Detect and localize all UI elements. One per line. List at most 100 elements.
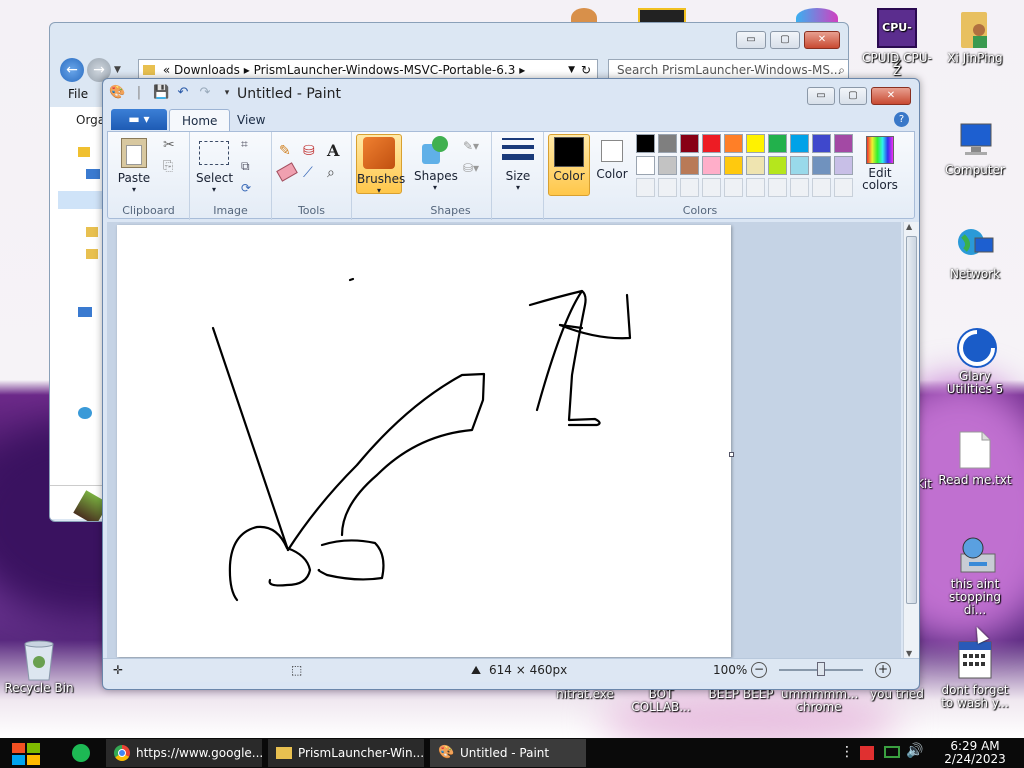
custom-color-slot[interactable] bbox=[636, 178, 655, 197]
maximize-button[interactable]: ▢ bbox=[839, 87, 867, 105]
color-swatch[interactable] bbox=[790, 156, 809, 175]
tab-view[interactable]: View bbox=[225, 109, 277, 131]
navigation-pane[interactable]: Orga bbox=[50, 107, 109, 521]
zoom-in-button[interactable]: + bbox=[875, 662, 891, 678]
text-tool-icon[interactable]: A bbox=[326, 140, 346, 160]
network-tray-icon[interactable] bbox=[884, 746, 900, 758]
taskbar-explorer[interactable]: PrismLauncher-Win... bbox=[268, 739, 424, 767]
vertical-scrollbar[interactable]: ▲ ▼ bbox=[903, 222, 919, 658]
eraser-icon[interactable] bbox=[276, 162, 298, 182]
desktop-icon-network[interactable]: Network bbox=[937, 224, 1013, 281]
downloads-folder-item[interactable] bbox=[58, 191, 106, 209]
back-arrow-icon[interactable]: ← bbox=[60, 58, 84, 82]
desktop-icon-cpuz[interactable]: CPU-Z CPUID CPU-Z bbox=[859, 8, 935, 78]
canvas-workspace[interactable] bbox=[107, 222, 901, 658]
custom-color-slot[interactable] bbox=[702, 178, 721, 197]
breadcrumb-overflow[interactable]: « bbox=[163, 63, 170, 77]
outline-icon[interactable]: ✎▾ bbox=[462, 138, 482, 158]
desktop-icon-chrome-shortcut[interactable]: ummmmm... chrome bbox=[781, 688, 859, 714]
overflow-menu-icon[interactable]: ⋮ bbox=[840, 744, 854, 760]
color-swatch[interactable] bbox=[658, 134, 677, 153]
custom-color-slot[interactable] bbox=[790, 178, 809, 197]
magnifier-icon[interactable]: ⌕ bbox=[326, 164, 346, 184]
custom-color-slot[interactable] bbox=[834, 178, 853, 197]
resize-handle[interactable] bbox=[729, 452, 734, 457]
search-icon[interactable]: ⌕ bbox=[838, 60, 845, 80]
spotify-icon[interactable] bbox=[72, 744, 90, 762]
custom-color-slot[interactable] bbox=[680, 178, 699, 197]
fill-icon[interactable]: ⛁▾ bbox=[462, 160, 482, 180]
taskbar-paint[interactable]: 🎨 Untitled - Paint bbox=[430, 739, 586, 767]
cut-icon[interactable]: ✂ bbox=[162, 136, 182, 156]
color-swatch[interactable] bbox=[680, 134, 699, 153]
color-swatch[interactable] bbox=[636, 156, 655, 175]
color-swatch[interactable] bbox=[834, 156, 853, 175]
zoom-slider-thumb[interactable] bbox=[817, 662, 825, 676]
explorer-maximize-button[interactable]: ▢ bbox=[770, 31, 800, 49]
color-swatch[interactable] bbox=[790, 134, 809, 153]
customize-qat-icon[interactable]: ▾ bbox=[219, 85, 235, 101]
scroll-up-icon[interactable]: ▲ bbox=[906, 222, 912, 231]
crop-icon[interactable]: ⌗ bbox=[240, 136, 260, 156]
start-button[interactable] bbox=[10, 742, 42, 766]
edit-colors-button[interactable]: Edit colors bbox=[860, 136, 900, 191]
color-picker-icon[interactable]: ⟋ bbox=[302, 164, 322, 184]
color-swatch[interactable] bbox=[702, 156, 721, 175]
desktop-icon-recycle-bin[interactable]: Recycle Bin bbox=[1, 638, 77, 695]
breadcrumb-prismlauncher[interactable]: PrismLauncher-Windows-MSVC-Portable-6.3 bbox=[254, 63, 516, 77]
custom-color-slot[interactable] bbox=[658, 178, 677, 197]
explorer-minimize-button[interactable]: ▭ bbox=[736, 31, 766, 49]
minimize-button[interactable]: ▭ bbox=[807, 87, 835, 105]
resize-icon[interactable]: ⧉ bbox=[240, 158, 260, 178]
scroll-thumb[interactable] bbox=[906, 236, 917, 604]
color2-button[interactable]: Color 2 bbox=[592, 136, 632, 196]
color-swatch[interactable] bbox=[746, 134, 765, 153]
paint-titlebar[interactable]: 🎨 | 💾 ↶ ↷ ▾ Untitled - Paint ▭ ▢ ✕ bbox=[103, 79, 919, 109]
color-swatch[interactable] bbox=[768, 134, 787, 153]
zoom-out-button[interactable]: − bbox=[751, 662, 767, 678]
desktop-icon-bot-collab[interactable]: BOT COLLAB... bbox=[623, 688, 699, 714]
pencil-icon[interactable]: ✎ bbox=[278, 142, 298, 162]
close-button[interactable]: ✕ bbox=[871, 87, 911, 105]
color-swatch[interactable] bbox=[746, 156, 765, 175]
desktop-icon-this-aint[interactable]: this aint stopping di... bbox=[937, 534, 1013, 617]
explorer-close-button[interactable]: ✕ bbox=[804, 31, 840, 49]
desktop-icon-glary[interactable]: Glary Utilities 5 bbox=[937, 326, 1013, 396]
custom-color-slot[interactable] bbox=[768, 178, 787, 197]
color-swatch[interactable] bbox=[680, 156, 699, 175]
color1-button[interactable]: Color 1 bbox=[548, 134, 590, 196]
save-icon[interactable]: 💾 bbox=[153, 85, 169, 101]
fill-bucket-icon[interactable]: ⛁ bbox=[302, 142, 322, 162]
color-swatch[interactable] bbox=[658, 156, 677, 175]
address-dropdown-icon[interactable]: ▼ bbox=[568, 60, 575, 80]
select-button[interactable]: Select ▾ bbox=[196, 138, 233, 194]
tab-home[interactable]: Home bbox=[169, 109, 231, 131]
desktop-icon-readme[interactable]: Read me.txt bbox=[937, 430, 1013, 487]
paint-window[interactable]: 🎨 | 💾 ↶ ↷ ▾ Untitled - Paint ▭ ▢ ✕ ▬ ▾ H… bbox=[102, 78, 920, 690]
drawing-canvas[interactable] bbox=[117, 225, 734, 657]
color-swatch[interactable] bbox=[768, 156, 787, 175]
help-icon[interactable]: ? bbox=[894, 112, 909, 127]
volume-icon[interactable]: 🔊 bbox=[906, 743, 923, 759]
color-swatch[interactable] bbox=[702, 134, 721, 153]
custom-color-slot[interactable] bbox=[724, 178, 743, 197]
refresh-icon[interactable]: ↻ bbox=[581, 60, 591, 80]
copy-icon[interactable]: ⎘ bbox=[162, 158, 182, 178]
color-swatch[interactable] bbox=[812, 134, 831, 153]
rotate-icon[interactable]: ⟳ bbox=[240, 180, 260, 200]
color-swatch[interactable] bbox=[724, 156, 743, 175]
menu-file[interactable]: File bbox=[58, 87, 88, 101]
clock[interactable]: 6:29 AM 2/24/2023 bbox=[940, 740, 1010, 766]
shapes-button[interactable]: Shapes ▾ bbox=[414, 136, 458, 192]
color-swatch[interactable] bbox=[636, 134, 655, 153]
flag-icon[interactable] bbox=[860, 746, 874, 760]
file-menu-button[interactable]: ▬ ▾ bbox=[111, 109, 167, 130]
brushes-button[interactable]: Brushes ▾ bbox=[356, 134, 405, 195]
desktop-icon-computer[interactable]: Computer bbox=[937, 120, 1013, 177]
taskbar-chrome[interactable]: https://www.google... bbox=[106, 739, 262, 767]
organize-button[interactable]: Orga bbox=[76, 113, 105, 127]
custom-color-slot[interactable] bbox=[812, 178, 831, 197]
undo-icon[interactable]: ↶ bbox=[175, 85, 191, 101]
size-button[interactable]: Size ▾ bbox=[498, 136, 538, 192]
scroll-down-icon[interactable]: ▼ bbox=[906, 649, 912, 658]
